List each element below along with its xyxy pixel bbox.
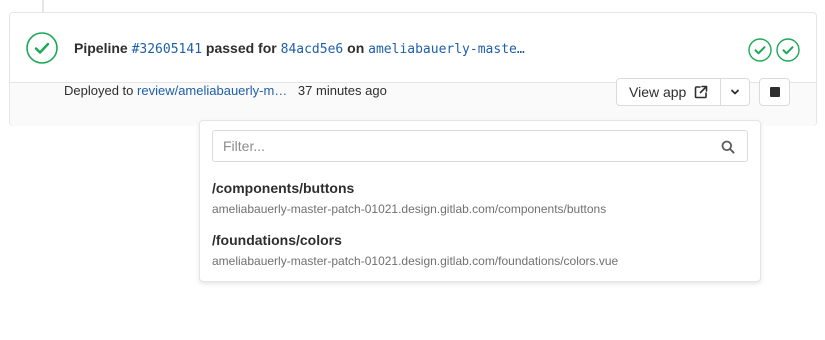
pipeline-summary: Pipeline #32605141 passed for 84acd5e6 o…: [74, 39, 525, 59]
deployment-info: Deployed to review/ameliabauerly-m… 37 m…: [64, 83, 387, 98]
pipeline-id-link[interactable]: #32605141: [132, 42, 202, 57]
environment-link[interactable]: review/ameliabauerly-m…: [137, 83, 287, 98]
routes-dropdown-menu: /components/buttons ameliabauerly-master…: [199, 120, 761, 282]
route-path: /foundations/colors: [212, 232, 342, 248]
route-url: ameliabauerly-master-patch-01021.design.…: [212, 254, 619, 268]
view-app-button[interactable]: View app: [616, 78, 721, 106]
commit-sha-link[interactable]: 84acd5e6: [281, 42, 344, 57]
route-url: ameliabauerly-master-patch-01021.design.…: [212, 202, 607, 216]
route-path: /components/buttons: [212, 180, 355, 196]
route-item-foundations-colors[interactable]: /foundations/colors ameliabauerly-master…: [212, 231, 752, 269]
branch-link[interactable]: ameliabauerly-maste…: [368, 42, 525, 57]
timeline-line: [42, 0, 44, 12]
filter-box: [212, 130, 748, 162]
pipeline-passed-icon[interactable]: [26, 32, 58, 64]
pipeline-label: Pipeline: [74, 40, 128, 56]
deployed-to-label: Deployed to: [64, 83, 134, 98]
pipeline-card: Pipeline #32605141 passed for 84acd5e6 o…: [9, 12, 817, 126]
stop-environment-button[interactable]: [759, 78, 790, 106]
stage-success-icon[interactable]: [776, 38, 800, 62]
route-item-components-buttons[interactable]: /components/buttons ameliabauerly-master…: [212, 179, 752, 217]
stage-success-icon[interactable]: [748, 38, 772, 62]
pipeline-status-text: passed for: [205, 40, 277, 56]
view-app-label: View app: [629, 84, 687, 100]
chevron-down-icon: [731, 89, 739, 95]
search-icon: [721, 140, 735, 154]
external-link-icon: [695, 85, 708, 99]
stop-icon: [769, 87, 780, 97]
filter-input[interactable]: [213, 131, 747, 161]
routes-dropdown-toggle[interactable]: [720, 78, 750, 106]
on-text: on: [347, 40, 365, 56]
pipeline-section: Pipeline #32605141 passed for 84acd5e6 o…: [10, 13, 816, 82]
deployment-time: 37 minutes ago: [297, 83, 387, 98]
